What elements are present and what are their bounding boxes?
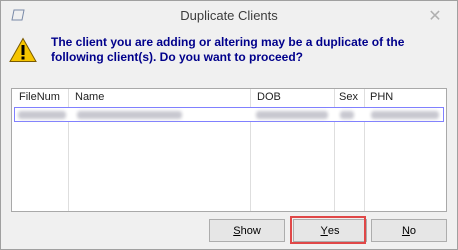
duplicate-clients-grid[interactable]: FileNum Name DOB Sex PHN	[11, 88, 447, 212]
column-header-sex[interactable]: Sex	[339, 91, 358, 105]
redacted-name-cell	[77, 111, 182, 119]
close-button[interactable]: ✕	[421, 5, 449, 27]
column-header-dob[interactable]: DOB	[257, 91, 281, 105]
close-icon: ✕	[428, 8, 442, 25]
warning-triangle-icon	[9, 37, 37, 62]
redacted-dob-cell	[256, 111, 328, 119]
redacted-sex-cell	[340, 111, 354, 119]
no-button[interactable]: No	[371, 219, 447, 242]
warning-message: The client you are adding or altering ma…	[51, 35, 421, 65]
column-header-phn[interactable]: PHN	[370, 91, 393, 105]
table-row[interactable]	[14, 107, 444, 122]
column-header-filenum[interactable]: FileNum	[19, 91, 60, 105]
warning-message-line-2: following client(s). Do you want to proc…	[51, 50, 303, 64]
no-button-mnemonic: N	[401, 224, 410, 237]
redacted-phn-cell	[371, 111, 439, 119]
yes-button-highlight	[290, 216, 366, 244]
warning-message-line-1: The client you are adding or altering ma…	[51, 35, 405, 49]
redacted-filenum-cell	[18, 111, 66, 119]
duplicate-clients-dialog: Duplicate Clients ✕ The client you are a…	[0, 0, 458, 250]
column-header-name[interactable]: Name	[75, 91, 104, 105]
no-button-label: o	[409, 224, 417, 237]
show-button-label: how	[240, 224, 261, 237]
show-button-mnemonic: S	[233, 224, 241, 237]
show-button[interactable]: Show	[209, 219, 285, 242]
title-bar: Duplicate Clients ✕	[1, 1, 457, 31]
dialog-title: Duplicate Clients	[180, 8, 278, 23]
